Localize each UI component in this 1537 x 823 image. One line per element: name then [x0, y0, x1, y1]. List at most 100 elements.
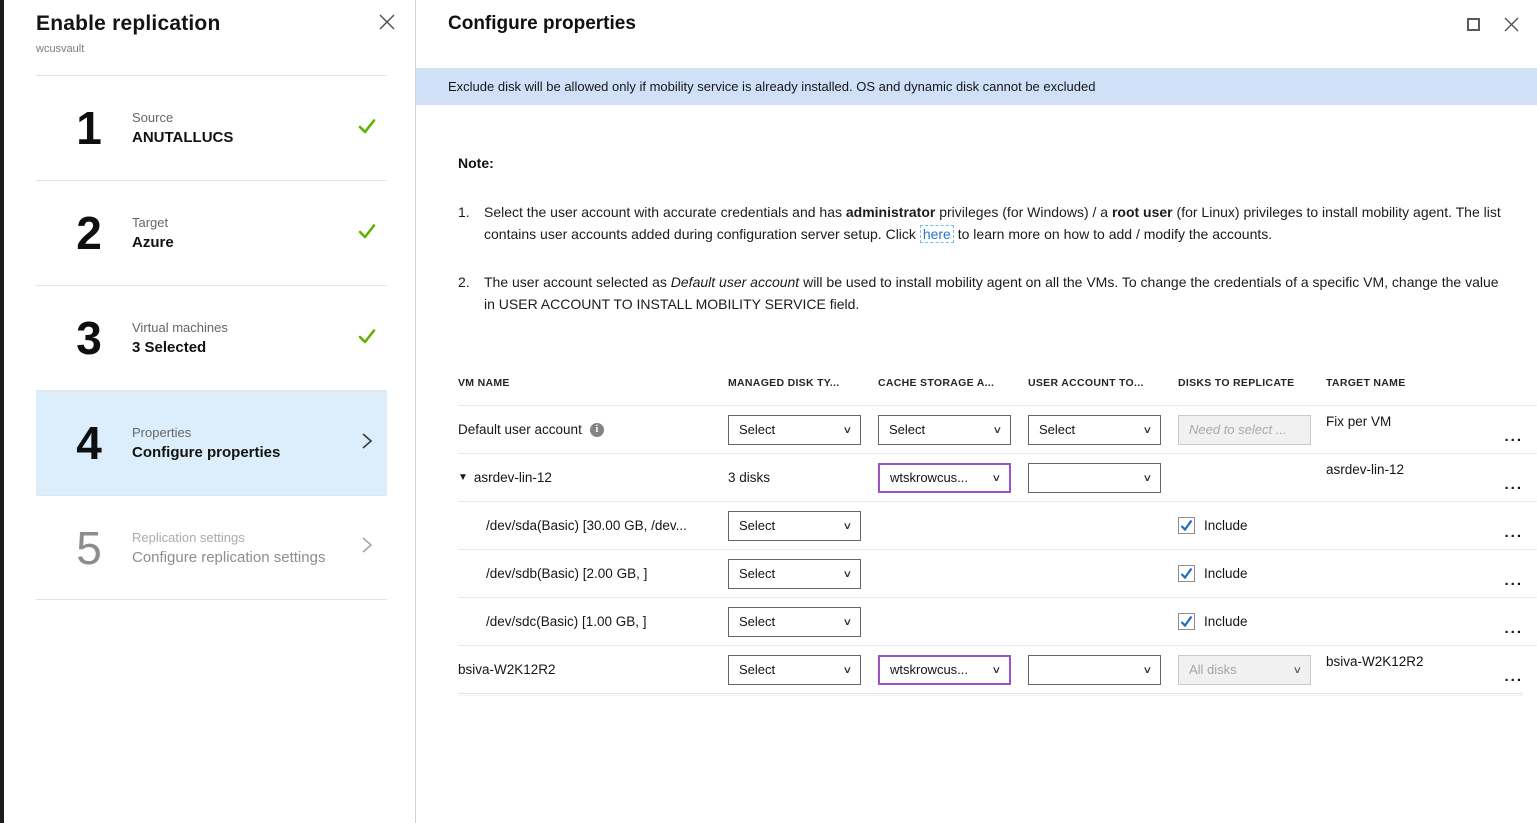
chevron-down-icon: ∨	[842, 664, 852, 676]
more-menu-icon[interactable]: ...	[1471, 668, 1529, 685]
col-header-user-account: USER ACCOUNT TO...	[1028, 377, 1178, 389]
close-icon[interactable]	[1504, 17, 1519, 32]
chevron-down-icon: ∨	[842, 568, 852, 580]
chevron-right-icon	[360, 536, 374, 559]
col-header-target-name: TARGET NAME	[1326, 377, 1471, 389]
col-header-vm-name: VM NAME	[458, 377, 728, 389]
maximize-icon[interactable]	[1467, 18, 1480, 31]
panel-title: Enable replication	[36, 12, 415, 36]
step-virtual-machines[interactable]: 3 Virtual machines 3 Selected	[36, 285, 387, 390]
include-checkbox[interactable]	[1178, 517, 1195, 534]
chevron-down-icon: ∨	[842, 616, 852, 628]
managed-disk-type-dropdown[interactable]: Select ∨	[728, 511, 861, 541]
target-name-value: bsiva-W2K12R2	[1326, 646, 1471, 669]
note-item-2: 2. The user account selected as Default …	[458, 271, 1510, 315]
include-label: Include	[1204, 614, 1248, 629]
step-number: 5	[64, 525, 114, 571]
step-label: Source	[132, 110, 347, 125]
configure-properties-panel: Configure properties Exclude disk will b…	[415, 0, 1537, 823]
table-row-disk-sdb: /dev/sdb(Basic) [2.00 GB, ] Select ∨ Inc…	[458, 549, 1537, 597]
row-name: bsiva-W2K12R2	[458, 662, 556, 677]
disks-to-replicate-dropdown-disabled: All disks ∨	[1178, 655, 1311, 685]
notes-list: 1. Select the user account with accurate…	[458, 201, 1510, 315]
table-row-vm-asrdev-lin-12: ▼ asrdev-lin-12 3 disks wtskrowcus... ∨ …	[458, 453, 1537, 501]
panel-header: Enable replication wcusvault	[4, 0, 415, 75]
here-link[interactable]: here	[920, 225, 954, 243]
step-value: ANUTALLUCS	[132, 129, 347, 146]
note-heading: Note:	[458, 155, 1537, 171]
table-row-default-user-account: Default user account i Select ∨ Select ∨	[458, 405, 1537, 453]
more-menu-icon[interactable]: ...	[1471, 524, 1529, 541]
user-account-dropdown[interactable]: ∨	[1028, 463, 1161, 493]
table-row-disk-sda: /dev/sda(Basic) [30.00 GB, /dev... Selec…	[458, 501, 1537, 549]
collapse-expander-icon[interactable]: ▼	[458, 472, 468, 483]
step-number: 2	[64, 210, 114, 256]
target-name-value: Fix per VM	[1326, 406, 1471, 429]
managed-disk-count: 3 disks	[728, 470, 878, 485]
chevron-down-icon: ∨	[1142, 472, 1152, 484]
include-checkbox[interactable]	[1178, 613, 1195, 630]
info-banner-text: Exclude disk will be allowed only if mob…	[448, 79, 1095, 94]
user-account-dropdown[interactable]: Select ∨	[1028, 415, 1161, 445]
step-number: 3	[64, 315, 114, 361]
step-replication-settings[interactable]: 5 Replication settings Configure replica…	[36, 495, 387, 600]
chevron-right-icon	[360, 432, 374, 455]
managed-disk-type-dropdown[interactable]: Select ∨	[728, 607, 861, 637]
managed-disk-type-dropdown[interactable]: Select ∨	[728, 655, 861, 685]
managed-disk-type-dropdown[interactable]: Select ∨	[728, 415, 861, 445]
step-value: Configure replication settings	[132, 549, 347, 566]
more-menu-icon[interactable]: ...	[1471, 620, 1529, 637]
col-header-managed-disk: MANAGED DISK TY...	[728, 377, 878, 389]
disks-to-replicate-field-disabled: Need to select ...	[1178, 415, 1311, 445]
chevron-down-icon: ∨	[1142, 664, 1152, 676]
table-bottom-divider	[458, 693, 1523, 696]
step-number: 1	[64, 105, 114, 151]
chevron-down-icon: ∨	[1292, 664, 1302, 676]
col-header-disks-to-replicate: DISKS TO REPLICATE	[1178, 377, 1326, 389]
info-icon[interactable]: i	[590, 423, 604, 437]
vault-name: wcusvault	[36, 43, 415, 55]
target-name-value: asrdev-lin-12	[1326, 454, 1471, 477]
panel-header: Configure properties	[416, 0, 1537, 68]
wizard-steps: 1 Source ANUTALLUCS 2 Target Azure	[36, 75, 387, 600]
more-menu-icon[interactable]: ...	[1471, 476, 1529, 493]
step-label: Virtual machines	[132, 320, 347, 335]
row-name: Default user account	[458, 422, 582, 437]
step-properties[interactable]: 4 Properties Configure properties	[36, 390, 387, 495]
table-row-disk-sdc: /dev/sdc(Basic) [1.00 GB, ] Select ∨ Inc…	[458, 597, 1537, 645]
include-label: Include	[1204, 518, 1248, 533]
enable-replication-panel: Enable replication wcusvault 1 Source AN…	[4, 0, 415, 823]
cache-storage-dropdown[interactable]: wtskrowcus... ∨	[878, 463, 1011, 493]
table-header-row: VM NAME MANAGED DISK TY... CACHE STORAGE…	[458, 361, 1537, 405]
managed-disk-type-dropdown[interactable]: Select ∨	[728, 559, 861, 589]
checkmark-icon	[357, 221, 377, 246]
table-row-vm-bsiva-w2k12r2: bsiva-W2K12R2 Select ∨ wtskrowcus... ∨	[458, 645, 1537, 693]
chevron-down-icon: ∨	[992, 424, 1002, 436]
user-account-dropdown[interactable]: ∨	[1028, 655, 1161, 685]
step-label: Properties	[132, 425, 347, 440]
step-target[interactable]: 2 Target Azure	[36, 180, 387, 285]
info-banner: Exclude disk will be allowed only if mob…	[416, 68, 1537, 105]
checkmark-icon	[357, 326, 377, 351]
chevron-down-icon: ∨	[842, 520, 852, 532]
step-label: Replication settings	[132, 530, 347, 545]
step-value: Configure properties	[132, 444, 347, 461]
step-value: 3 Selected	[132, 339, 347, 356]
chevron-down-icon: ∨	[842, 424, 852, 436]
include-checkbox[interactable]	[1178, 565, 1195, 582]
chevron-down-icon: ∨	[991, 472, 1001, 484]
row-name: /dev/sda(Basic) [30.00 GB, /dev...	[486, 518, 687, 533]
cache-storage-dropdown[interactable]: wtskrowcus... ∨	[878, 655, 1011, 685]
vm-properties-table: VM NAME MANAGED DISK TY... CACHE STORAGE…	[416, 361, 1537, 696]
more-menu-icon[interactable]: ...	[1471, 572, 1529, 589]
step-label: Target	[132, 215, 347, 230]
note-item-1: 1. Select the user account with accurate…	[458, 201, 1510, 245]
close-icon[interactable]	[379, 14, 395, 30]
chevron-down-icon: ∨	[991, 664, 1001, 676]
more-menu-icon[interactable]: ...	[1471, 428, 1529, 445]
col-header-cache-storage: CACHE STORAGE A...	[878, 377, 1028, 389]
cache-storage-dropdown[interactable]: Select ∨	[878, 415, 1011, 445]
include-label: Include	[1204, 566, 1248, 581]
step-source[interactable]: 1 Source ANUTALLUCS	[36, 75, 387, 180]
step-number: 4	[64, 420, 114, 466]
